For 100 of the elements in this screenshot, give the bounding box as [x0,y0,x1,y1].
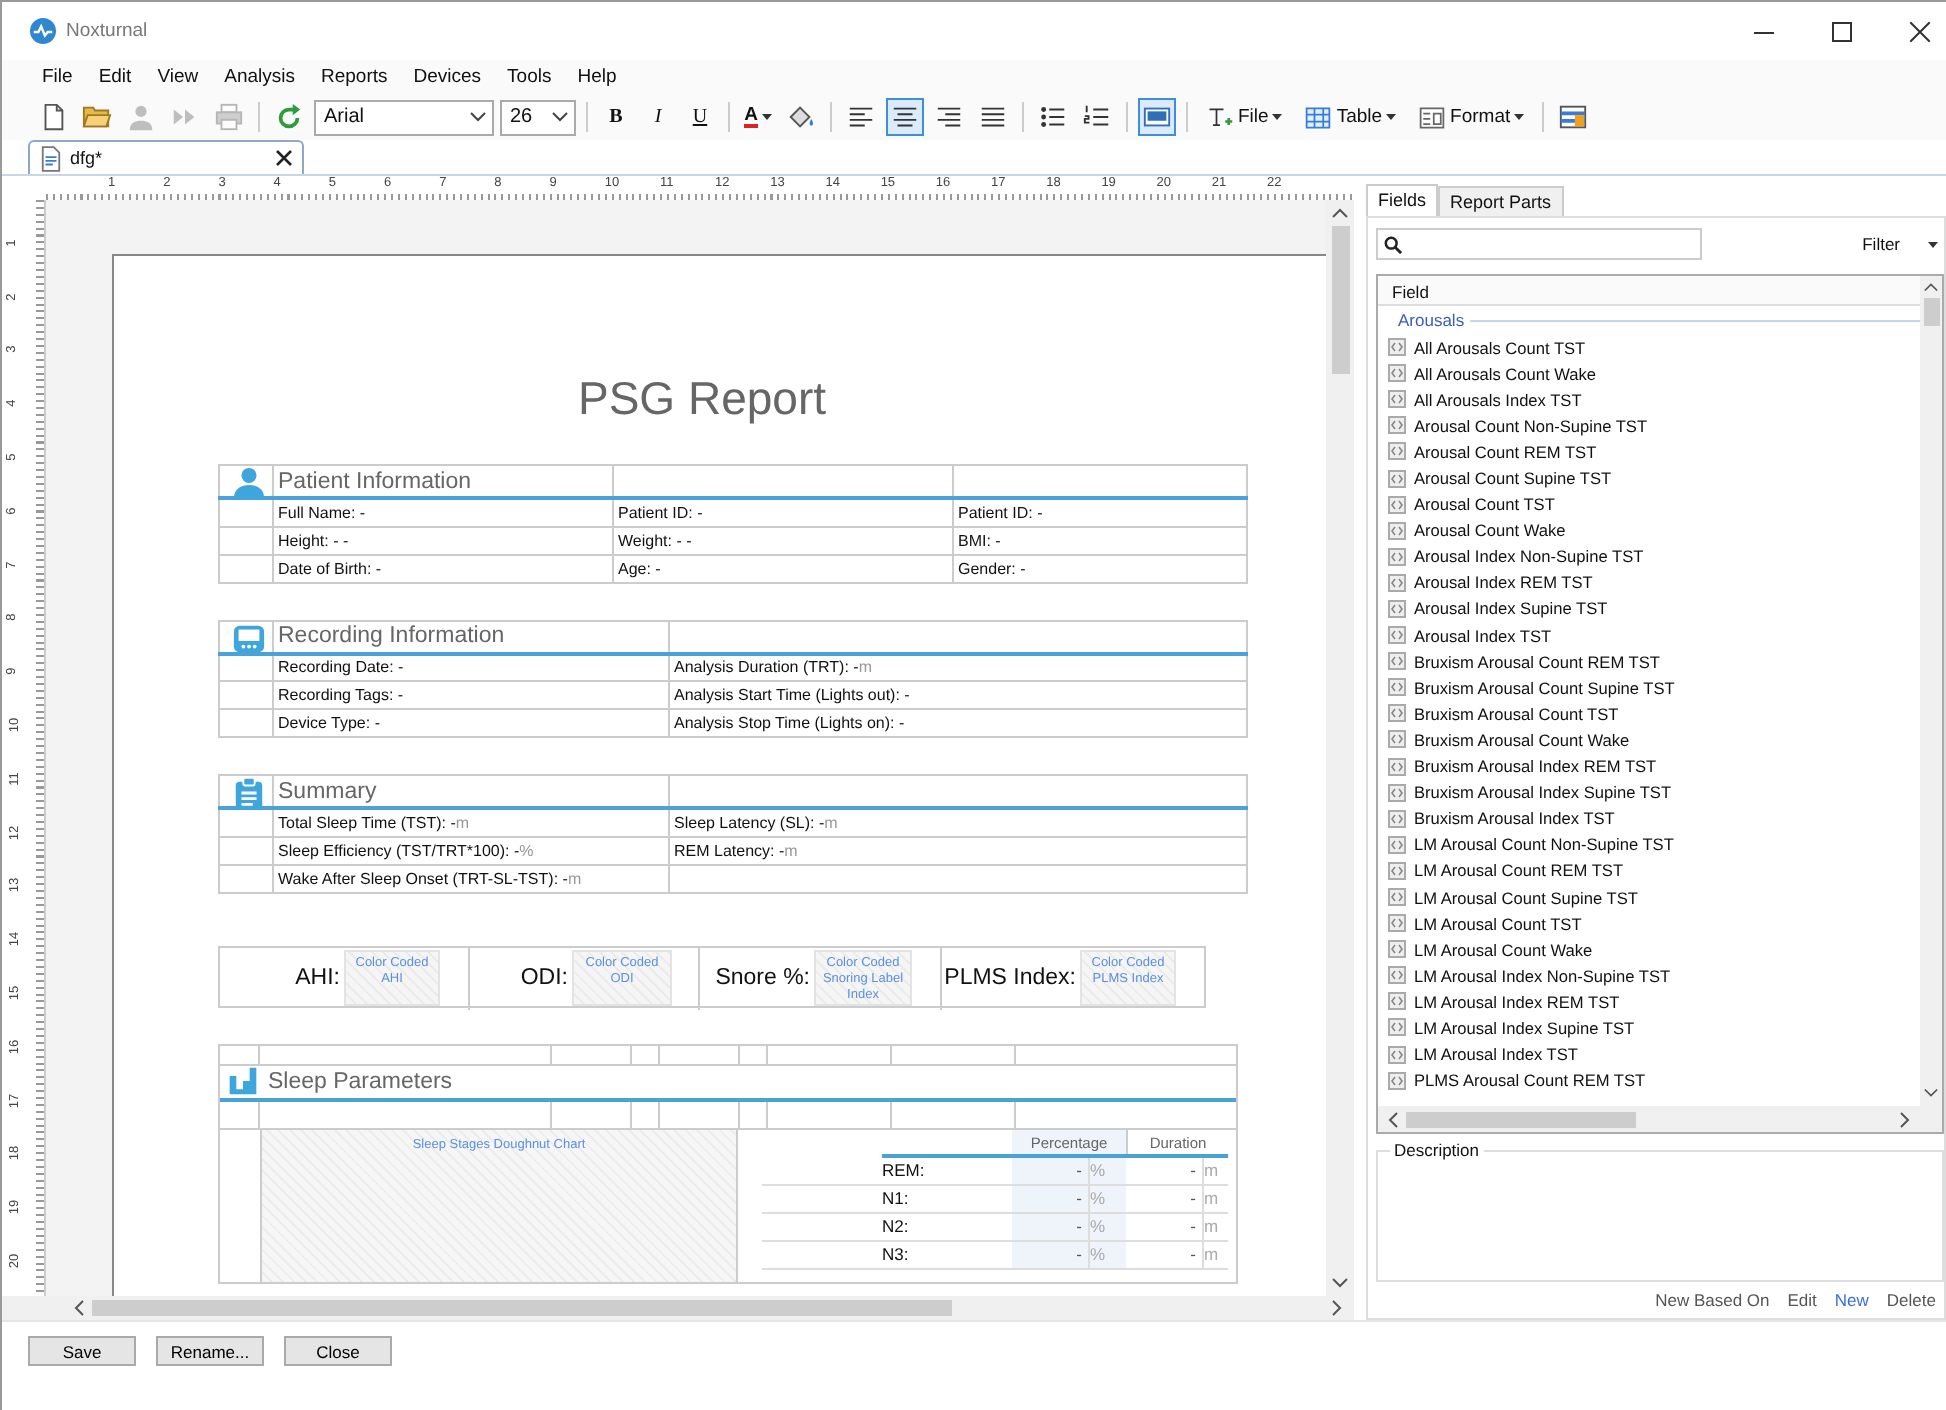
field-list-item[interactable]: Bruxism Arousal Count Wake [1378,726,1920,753]
field-icon [1388,469,1406,488]
horizontal-scrollbar[interactable] [2,1296,1354,1320]
field-list-item[interactable]: LM Arousal Count TST [1378,910,1920,937]
field-list-item[interactable]: Bruxism Arousal Index TST [1378,805,1920,832]
chevron-left-icon[interactable] [74,1300,84,1316]
dialog-button[interactable]: Rename... [156,1336,264,1366]
caret-icon [1928,241,1938,247]
chevron-right-icon[interactable] [1900,1111,1910,1127]
field-icon [1388,914,1406,933]
field-list-item[interactable]: Bruxism Arousal Index Supine TST [1378,779,1920,806]
field-list-item[interactable]: Bruxism Arousal Index REM TST [1378,753,1920,780]
field-list-item[interactable]: Arousal Index TST [1378,622,1920,649]
field-list-item[interactable]: LM Arousal Count REM TST [1378,857,1920,884]
field-list-item[interactable]: Arousal Count REM TST [1378,438,1920,465]
chevron-down-icon[interactable] [1332,1278,1348,1288]
field-icon [1388,940,1406,959]
horizontal-scrollbar[interactable] [1378,1106,1920,1132]
search-icon [1384,235,1402,253]
field-list-item[interactable]: Bruxism Arousal Count TST [1378,700,1920,727]
field-list-item[interactable]: LM Arousal Index Non-Supine TST [1378,962,1920,989]
table-cell: Patient ID: - [613,498,953,526]
field-list-item[interactable]: LM Arousal Index Supine TST [1378,1014,1920,1042]
table-cell: Recording Date: - [273,653,669,681]
menu-item[interactable]: View [157,66,199,88]
field-list-item[interactable]: LM Arousal Index TST [1378,1041,1920,1068]
underline-button[interactable]: U [682,98,718,136]
field-list-item[interactable]: Arousal Count Non-Supine TST [1378,412,1920,439]
section-title: Patient Information [273,465,613,498]
dialog-button[interactable]: Save [28,1336,136,1366]
chevron-left-icon[interactable] [1388,1111,1398,1127]
scrollbar-thumb[interactable] [1331,226,1349,374]
chevron-down-icon [470,112,486,122]
field-list-item[interactable]: LM Arousal Index REM TST [1378,988,1920,1015]
field-list-item[interactable]: Arousal Index REM TST [1378,569,1920,596]
device-icon [232,621,266,655]
field-list-item[interactable]: Bruxism Arousal Count Supine TST [1378,674,1920,701]
toolbar-menu-button[interactable]: Format [1410,98,1533,136]
scrollbar-thumb[interactable] [1406,1111,1636,1127]
vertical-scrollbar[interactable] [1920,276,1942,1132]
field-list-item[interactable]: All Arousals Count Wake [1378,360,1920,387]
menu-item[interactable]: File [42,66,73,88]
font-size-dropdown[interactable]: 26 [500,99,576,135]
field-icon [1388,390,1406,409]
field-list-item[interactable]: Arousal Index Supine TST [1378,595,1920,623]
monitor-button[interactable] [1138,98,1176,136]
toolbar-menu-button[interactable]: File [1198,98,1291,136]
dialog-button[interactable]: Close [284,1336,392,1366]
field-list-item[interactable]: Arousal Count Wake [1378,517,1920,544]
scrollbar-thumb[interactable] [92,1300,952,1316]
action-link[interactable]: Edit [1787,1290,1817,1310]
field-list-item[interactable]: LM Arousal Count Wake [1378,936,1920,963]
field-list-item[interactable]: All Arousals Index TST [1378,386,1920,413]
field-icon [1388,1071,1406,1090]
maximize-icon[interactable] [1832,21,1852,41]
unit-label: % [1088,1213,1126,1239]
menu-item[interactable]: Reports [320,66,388,88]
menu-item[interactable]: Edit [98,66,132,88]
bold-button[interactable]: B [598,98,634,136]
action-link[interactable]: Delete [1886,1290,1936,1310]
panel-tab[interactable]: Fields [1366,184,1439,216]
stage-label: N1: [882,1185,911,1211]
field-list-item[interactable]: PLMS Arousal Count REM TST [1378,1067,1920,1094]
bulleted-list-icon [1038,102,1068,132]
panel-tab[interactable]: Report Parts [1438,186,1564,216]
unit-label: m [1202,1241,1228,1267]
italic-button[interactable]: I [640,98,676,136]
field-list-item[interactable]: Arousal Count Supine TST [1378,464,1920,492]
toolbar-menu-button[interactable]: Table [1296,98,1405,136]
stage-label: N3: [882,1241,911,1267]
table-cell: Height: - - [273,526,613,554]
menu-item[interactable]: Tools [507,66,552,88]
close-icon[interactable] [1910,21,1930,41]
close-icon[interactable] [276,150,292,166]
chevron-up-icon[interactable] [1332,208,1348,218]
document-tab[interactable]: dfg* [28,140,304,174]
field-list-item[interactable]: LM Arousal Count Supine TST [1378,883,1920,911]
action-link[interactable]: New [1834,1290,1869,1310]
chevron-right-icon[interactable] [1332,1300,1342,1316]
field-list-item[interactable]: LM Arousal Count Non-Supine TST [1378,831,1920,858]
font-family-dropdown[interactable]: Arial [314,99,494,135]
align-center-button[interactable] [886,98,924,136]
vertical-scrollbar[interactable] [1326,200,1354,1296]
table-cell: - [1012,1185,1088,1211]
table-cell: Age: - [613,554,953,582]
section-title: Recording Information [273,620,669,653]
menu-item[interactable]: Help [577,66,617,88]
field-list-item[interactable]: Arousal Count TST [1378,491,1920,518]
field-list-item[interactable]: Arousal Index Non-Supine TST [1378,543,1920,570]
action-link[interactable]: New Based On [1655,1290,1770,1310]
field-list-item[interactable]: Bruxism Arousal Count REM TST [1378,648,1920,675]
menu-item[interactable]: Analysis [224,66,295,88]
filter-dropdown[interactable]: Filter [1862,234,1938,254]
font-color-button[interactable]: A [740,98,776,136]
search-field[interactable] [1376,228,1702,260]
field-list-item[interactable]: All Arousals Count TST [1378,334,1920,361]
chevron-up-icon[interactable] [1924,282,1938,292]
menu-item[interactable]: Devices [413,66,482,88]
chevron-down-icon[interactable] [1924,1088,1938,1098]
scrollbar-thumb[interactable] [1923,298,1939,326]
